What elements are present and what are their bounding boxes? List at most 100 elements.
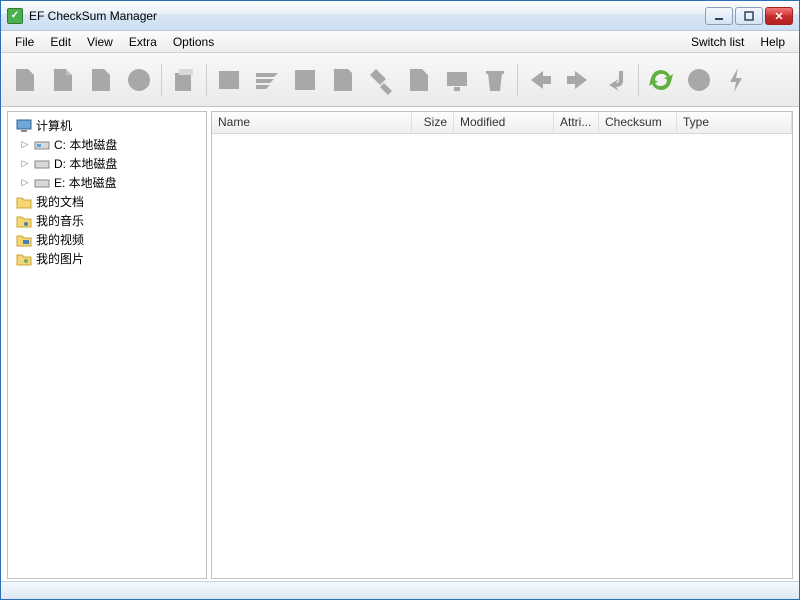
col-attri[interactable]: Attri... — [554, 112, 599, 133]
toolbar-separator — [517, 64, 518, 96]
tb-circle[interactable] — [121, 62, 157, 98]
menu-extra[interactable]: Extra — [121, 33, 165, 51]
col-size[interactable]: Size — [412, 112, 454, 133]
title-bar: ✓ EF CheckSum Manager — [1, 1, 799, 31]
list-header: Name Size Modified Attri... Checksum Typ… — [212, 112, 792, 134]
tree-pictures[interactable]: 我的图片 — [10, 249, 204, 268]
tb-nav-return[interactable] — [598, 62, 634, 98]
tree-item-label: 我的文档 — [36, 193, 84, 210]
menu-switch-list[interactable]: Switch list — [683, 33, 752, 51]
record-icon — [684, 65, 714, 95]
drive-icon — [34, 156, 50, 172]
maximize-icon — [744, 11, 754, 21]
col-name[interactable]: Name — [212, 112, 412, 133]
menu-bar: File Edit View Extra Options Switch list… — [1, 31, 799, 53]
lightning-icon — [722, 65, 752, 95]
tb-checksum-run[interactable] — [211, 62, 247, 98]
tb-checksum-verify[interactable] — [287, 62, 323, 98]
window-title: EF CheckSum Manager — [29, 9, 705, 23]
menu-options[interactable]: Options — [165, 33, 222, 51]
col-type[interactable]: Type — [677, 112, 792, 133]
app-icon: ✓ — [7, 8, 23, 24]
folder-icon — [16, 251, 32, 267]
trash-icon — [480, 65, 510, 95]
tb-lightning[interactable] — [719, 62, 755, 98]
file-new-icon — [10, 65, 40, 95]
checksum-copy-icon — [404, 65, 434, 95]
window-controls — [705, 7, 793, 25]
file-tag-icon — [86, 65, 116, 95]
tb-nav-forward[interactable] — [560, 62, 596, 98]
tree-item-label: C: 本地磁盘 — [54, 136, 117, 153]
minimize-icon — [714, 11, 724, 21]
tree-item-label: D: 本地磁盘 — [54, 155, 117, 172]
tree-drive-d[interactable]: ▷ D: 本地磁盘 — [10, 154, 204, 173]
tree-item-label: 我的图片 — [36, 250, 84, 267]
tb-refresh[interactable] — [643, 62, 679, 98]
col-checksum[interactable]: Checksum — [599, 112, 677, 133]
tree-videos[interactable]: 我的视频 — [10, 230, 204, 249]
maximize-button[interactable] — [735, 7, 763, 25]
folder-icon — [16, 194, 32, 210]
tree-root-label: 计算机 — [36, 117, 72, 134]
computer-icon — [16, 118, 32, 134]
tree-music[interactable]: 我的音乐 — [10, 211, 204, 230]
tb-checksum-list[interactable] — [249, 62, 285, 98]
tree-item-label: 我的音乐 — [36, 212, 84, 229]
checksum-verify-icon — [290, 65, 320, 95]
tb-trash[interactable] — [477, 62, 513, 98]
checksum-repair-icon — [366, 65, 396, 95]
tb-checksum-repair[interactable] — [363, 62, 399, 98]
nav-forward-icon — [563, 65, 593, 95]
checksum-write-icon — [328, 65, 358, 95]
main: 计算机 ▷ C: 本地磁盘 ▷ D: 本地磁盘 ▷ E: 本地磁盘 我的文档 我… — [1, 107, 799, 581]
box-copy-icon — [169, 65, 199, 95]
tree-documents[interactable]: 我的文档 — [10, 192, 204, 211]
checksum-display-icon — [442, 65, 472, 95]
menu-help[interactable]: Help — [752, 33, 793, 51]
tb-file-add[interactable] — [45, 62, 81, 98]
drive-icon — [34, 137, 50, 153]
col-modified[interactable]: Modified — [454, 112, 554, 133]
nav-return-icon — [601, 65, 631, 95]
menu-view[interactable]: View — [79, 33, 121, 51]
folder-icon — [16, 213, 32, 229]
minimize-button[interactable] — [705, 7, 733, 25]
expand-icon[interactable]: ▷ — [20, 139, 30, 150]
list-body[interactable] — [212, 134, 792, 578]
toolbar-separator — [638, 64, 639, 96]
tree-item-label: E: 本地磁盘 — [54, 174, 117, 191]
close-icon — [774, 11, 784, 21]
folder-icon — [16, 232, 32, 248]
tb-checksum-copy[interactable] — [401, 62, 437, 98]
circle-icon — [124, 65, 154, 95]
menu-file[interactable]: File — [7, 33, 42, 51]
tb-box-copy[interactable] — [166, 62, 202, 98]
tb-file-tag[interactable] — [83, 62, 119, 98]
drive-icon — [34, 175, 50, 191]
tree-drive-c[interactable]: ▷ C: 本地磁盘 — [10, 135, 204, 154]
tb-checksum-write[interactable] — [325, 62, 361, 98]
refresh-icon — [646, 65, 676, 95]
toolbar-separator — [206, 64, 207, 96]
tree-panel[interactable]: 计算机 ▷ C: 本地磁盘 ▷ D: 本地磁盘 ▷ E: 本地磁盘 我的文档 我… — [7, 111, 207, 579]
tb-record[interactable] — [681, 62, 717, 98]
tb-nav-back[interactable] — [522, 62, 558, 98]
tree-item-label: 我的视频 — [36, 231, 84, 248]
toolbar — [1, 53, 799, 107]
tb-file-new[interactable] — [7, 62, 43, 98]
close-button[interactable] — [765, 7, 793, 25]
checksum-list-icon — [252, 65, 282, 95]
expand-icon[interactable]: ▷ — [20, 158, 30, 169]
menu-edit[interactable]: Edit — [42, 33, 79, 51]
checksum-run-icon — [214, 65, 244, 95]
expand-icon[interactable]: ▷ — [20, 177, 30, 188]
toolbar-separator — [161, 64, 162, 96]
list-panel: Name Size Modified Attri... Checksum Typ… — [211, 111, 793, 579]
status-bar — [1, 581, 799, 599]
tb-checksum-display[interactable] — [439, 62, 475, 98]
tree-drive-e[interactable]: ▷ E: 本地磁盘 — [10, 173, 204, 192]
file-add-icon — [48, 65, 78, 95]
nav-back-icon — [525, 65, 555, 95]
tree-root[interactable]: 计算机 — [10, 116, 204, 135]
